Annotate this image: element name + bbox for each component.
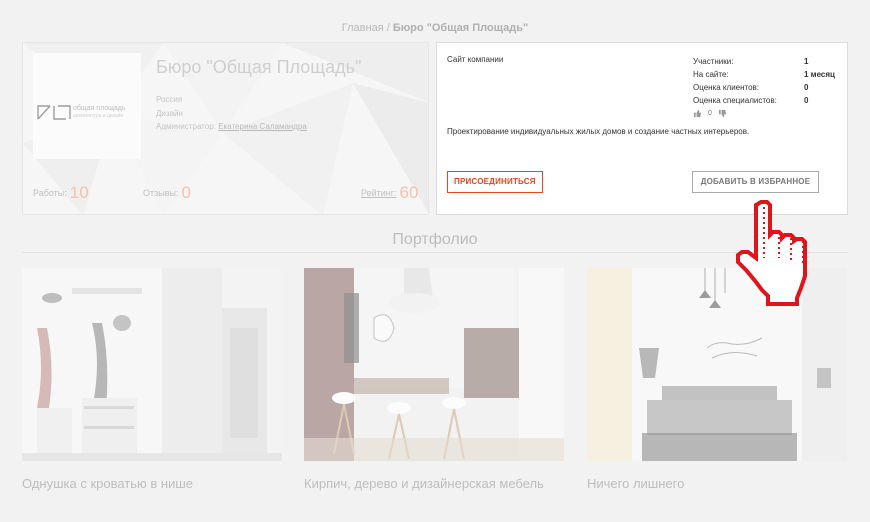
works-label: Работы:: [33, 188, 67, 198]
stat-label: На сайте:: [693, 70, 729, 79]
rating-stat[interactable]: Рейтинг: 60: [361, 183, 418, 203]
works-stat: Работы: 10: [33, 183, 89, 203]
image-fade-overlay: [22, 268, 282, 461]
breadcrumb-home-link[interactable]: Главная: [342, 22, 384, 34]
join-button[interactable]: ПРИСОЕДИНИТЬСЯ: [447, 171, 543, 193]
company-name: Бюро "Общая Площадь": [156, 57, 362, 77]
rating-label[interactable]: Рейтинг:: [361, 188, 397, 198]
add-to-favorites-button[interactable]: ДОБАВИТЬ В ИЗБРАННОЕ: [692, 171, 819, 193]
company-details-panel: Сайт компании Участники: 1 На сайте: 1 м…: [436, 42, 848, 215]
company-admin: Администратор: Екатерина Саламандра: [156, 122, 307, 131]
portfolio-item[interactable]: Однушка с кроватью в нише: [22, 268, 282, 491]
reviews-value: 0: [181, 183, 191, 202]
portfolio-image-kitchen[interactable]: [304, 268, 564, 461]
reviews-label: Отзывы:: [143, 188, 179, 198]
company-logo[interactable]: общая площадь архитектура и дизайн: [33, 53, 141, 159]
rating-value: 60: [399, 183, 419, 202]
image-fade-overlay: [304, 268, 564, 461]
portfolio-image-hallway[interactable]: [22, 268, 282, 461]
stat-row-specialist-rating: Оценка специалистов: 0: [693, 94, 835, 107]
company-profile-card: общая площадь архитектура и дизайн Бюро …: [22, 42, 429, 215]
breadcrumb-separator: /: [386, 22, 390, 34]
admin-label: Администратор:: [156, 122, 216, 131]
thumb-up-icon[interactable]: [693, 109, 702, 118]
stat-label: Оценка клиентов:: [693, 83, 760, 92]
stat-row-on-site: На сайте: 1 месяц: [693, 68, 835, 81]
company-description: Проектирование индивидуальных жилых домо…: [447, 127, 750, 136]
portfolio-item[interactable]: Кирпич, дерево и дизайнерская мебель: [304, 268, 564, 491]
portfolio-caption[interactable]: Кирпич, дерево и дизайнерская мебель: [304, 476, 564, 491]
company-stats: Участники: 1 На сайте: 1 месяц Оценка кл…: [693, 55, 835, 107]
votes: 0: [693, 109, 727, 118]
stat-value: 1 месяц: [804, 70, 835, 79]
portfolio-caption[interactable]: Ничего лишнего: [587, 476, 847, 491]
company-country: Россия: [156, 95, 183, 104]
stat-value: 0: [804, 96, 809, 105]
stat-label: Участники:: [693, 57, 734, 66]
hand-pointer-icon: [736, 200, 807, 306]
portfolio-caption[interactable]: Однушка с кроватью в нише: [22, 476, 282, 491]
stat-value: 0: [804, 83, 809, 92]
company-site-label[interactable]: Сайт компании: [447, 55, 503, 64]
company-category: Дизайн: [156, 109, 183, 118]
breadcrumb-current: Бюро "Общая Площадь": [392, 22, 529, 34]
votes-count: 0: [708, 110, 712, 117]
thumb-down-icon[interactable]: [718, 109, 727, 118]
works-value: 10: [69, 183, 89, 202]
logo-subtitle: архитектура и дизайн: [73, 113, 124, 119]
breadcrumb: Главная / Бюро "Общая Площадь": [0, 22, 870, 34]
stat-row-client-rating: Оценка клиентов: 0: [693, 81, 835, 94]
stat-value: 1: [804, 57, 809, 66]
reviews-stat: Отзывы: 0: [143, 183, 191, 203]
stat-row-members: Участники: 1: [693, 55, 835, 68]
logo-title: общая площадь: [73, 105, 126, 112]
admin-link[interactable]: Екатерина Саламандра: [218, 122, 307, 131]
stat-label: Оценка специалистов:: [693, 96, 777, 105]
